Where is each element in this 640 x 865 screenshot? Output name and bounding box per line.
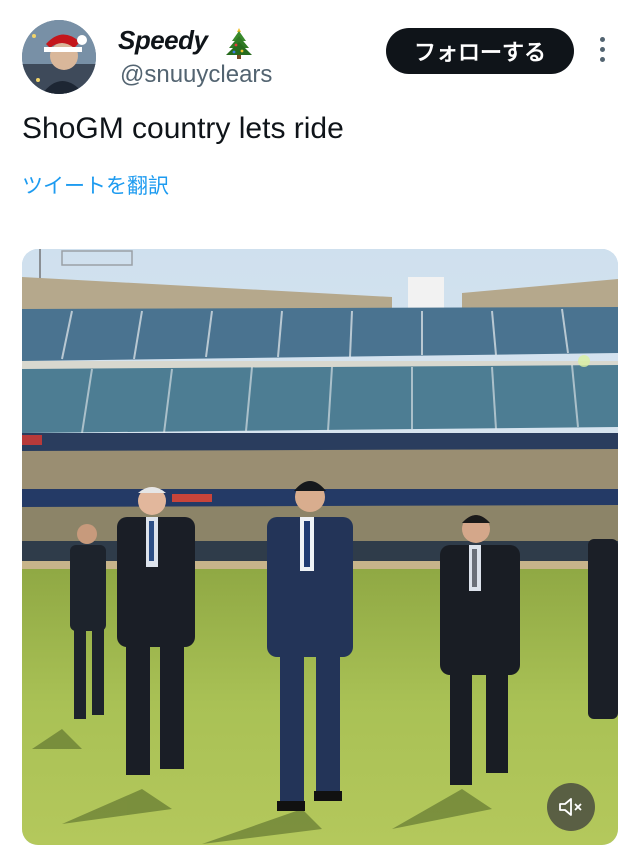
tweet-video[interactable] <box>22 249 618 845</box>
christmas-tree-icon <box>226 28 252 59</box>
translate-tweet-link[interactable]: ツイートを翻訳 <box>22 170 169 200</box>
stadium-scene-image <box>22 249 618 845</box>
more-vertical-icon[interactable] <box>596 37 608 65</box>
display-name[interactable]: Speedy <box>118 25 208 56</box>
speaker-muted-icon <box>559 798 582 816</box>
user-handle[interactable]: @snuuyclears <box>120 61 272 89</box>
mute-button[interactable] <box>547 783 595 831</box>
avatar[interactable] <box>22 20 96 94</box>
avatar-image <box>22 20 96 94</box>
follow-button[interactable]: フォローする <box>386 28 574 74</box>
tweet-text: ShoGM country lets ride <box>22 112 344 145</box>
